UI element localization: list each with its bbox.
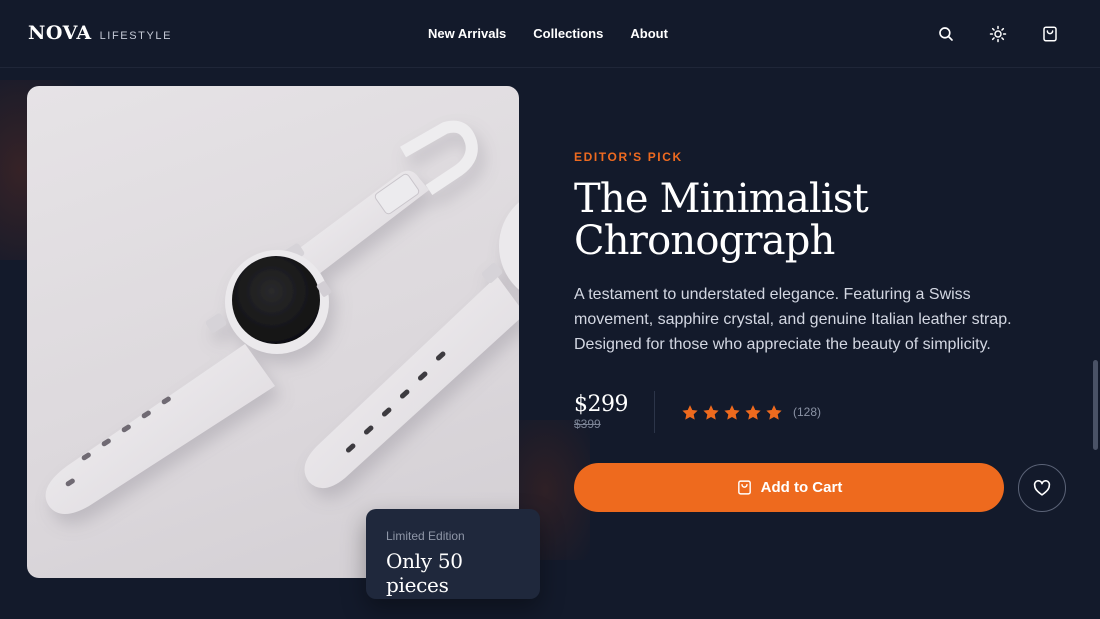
star-icon [766,404,782,420]
add-to-cart-label: Add to Cart [760,479,843,496]
product-info: EDITOR'S PICK The Minimalist Chronograph… [574,150,1074,357]
price-rating-row: $299 $399 (128) [574,390,821,434]
star-icon [703,404,719,420]
wishlist-button[interactable] [1018,464,1066,512]
product-title-line2: Chronograph [574,218,835,264]
add-to-cart-button[interactable]: Add to Cart [574,463,1004,512]
product-description: A testament to understated elegance. Fea… [574,286,1012,353]
heart-icon [1033,480,1051,496]
shopping-bag-icon[interactable] [1040,24,1060,44]
star-icon [682,404,698,420]
sun-icon[interactable] [988,24,1008,44]
limited-edition-badge: Limited Edition Only 50 pieces [366,509,540,599]
star-rating [681,404,783,421]
site-header: NOVA LIFESTYLE New Arrivals Collections … [0,0,1100,68]
brand-name: NOVA [28,22,92,44]
star-icon [724,404,740,420]
smartwatch-illustration [45,120,519,514]
product-image [27,86,519,578]
review-count[interactable]: (128) [793,405,821,419]
original-price: $399 [574,417,601,431]
nav-collections[interactable]: Collections [533,26,603,41]
header-actions [936,24,1060,44]
product-title: The Minimalist Chronograph [574,178,1074,262]
brand-subtitle: LIFESTYLE [99,30,173,42]
scrollbar-thumb[interactable] [1093,360,1098,450]
nav-about[interactable]: About [630,26,668,41]
badge-value: Only 50 pieces [386,549,463,597]
divider [654,391,655,433]
search-icon[interactable] [936,24,956,44]
main-nav: New Arrivals Collections About [428,26,668,41]
shopping-bag-icon [737,480,751,495]
nav-new-arrivals[interactable]: New Arrivals [428,26,506,41]
current-price: $299 [574,392,629,417]
star-icon [745,404,761,420]
price-block: $299 $399 [574,392,654,432]
product-title-line1: The Minimalist [574,176,869,222]
editors-pick-label: EDITOR'S PICK [574,150,683,164]
badge-label: Limited Edition [386,529,465,543]
brand-logo[interactable]: NOVA LIFESTYLE [28,22,172,44]
